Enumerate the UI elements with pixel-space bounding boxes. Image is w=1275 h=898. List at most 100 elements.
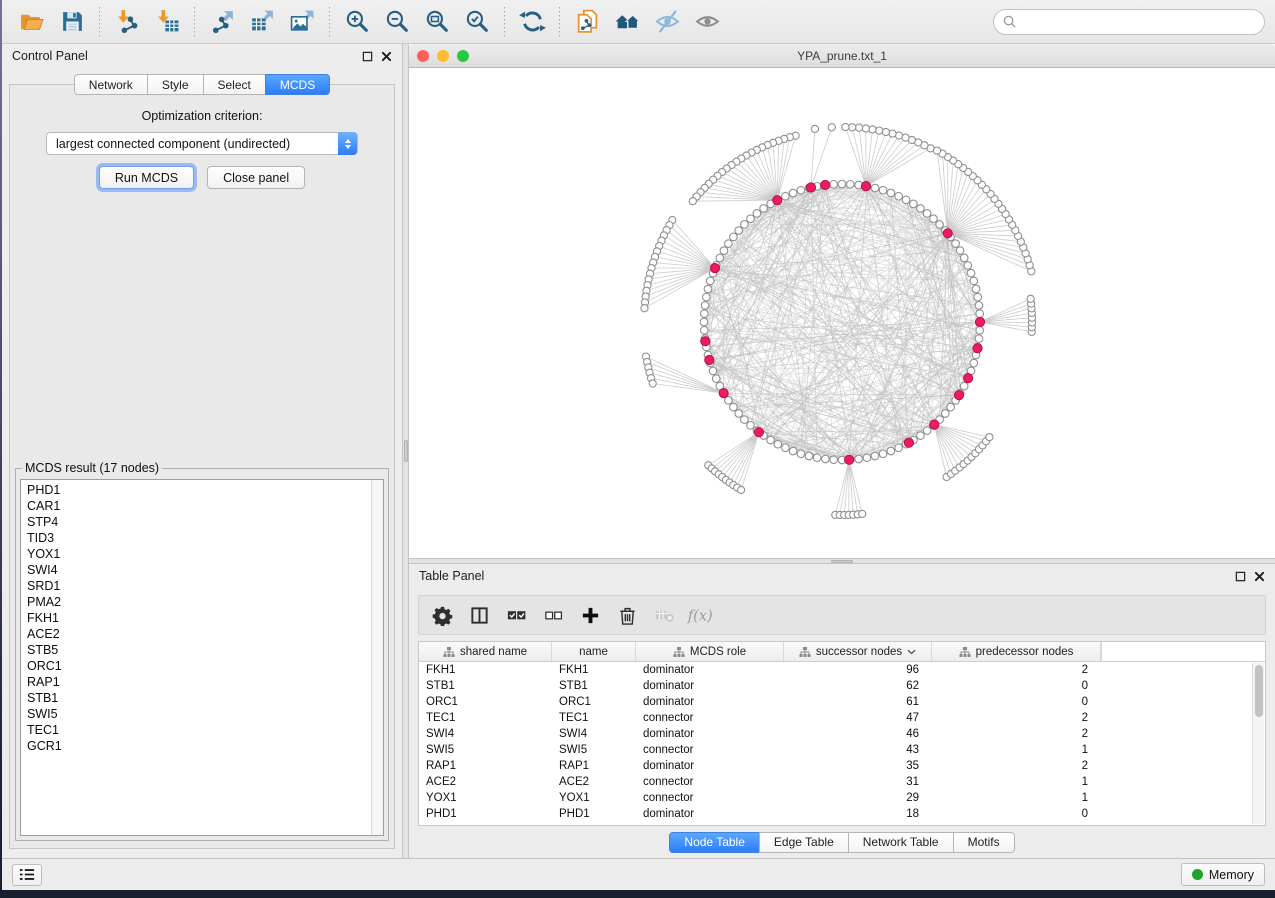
network-node[interactable] [917,432,925,440]
network-node[interactable] [871,452,879,460]
satellite-node[interactable] [641,305,648,312]
mcds-hub-node[interactable] [943,229,952,238]
network-node[interactable] [863,454,871,462]
network-node[interactable] [782,444,790,452]
network-node[interactable] [960,382,968,390]
tab-node-table[interactable]: Node Table [669,832,760,853]
horizontal-splitter[interactable] [409,558,1275,564]
mcds-result-item[interactable]: FKH1 [23,610,369,626]
table-row[interactable]: RAP1RAP1dominator352 [419,758,1265,774]
toggle-column-panel-button[interactable] [464,600,494,630]
tab-style[interactable]: Style [147,74,204,95]
network-node[interactable] [895,444,903,452]
mcds-hub-node[interactable] [701,337,710,346]
network-node[interactable] [976,327,984,335]
close-panel-icon[interactable] [1254,571,1265,582]
table-row[interactable]: SWI5SWI5connector431 [419,742,1265,758]
import-network-button[interactable] [107,5,147,39]
table-row[interactable]: STB1STB1dominator620 [419,678,1265,694]
mcds-result-item[interactable]: STP4 [23,514,369,530]
close-panel-icon[interactable] [381,51,392,62]
mcds-result-item[interactable]: PMA2 [23,594,369,610]
network-node[interactable] [720,247,728,255]
network-node[interactable] [703,293,711,301]
network-node[interactable] [964,262,972,270]
network-node[interactable] [704,285,712,293]
create-column-button[interactable] [575,600,605,630]
network-node[interactable] [716,254,724,262]
network-node[interactable] [741,416,749,424]
run-mcds-button[interactable]: Run MCDS [99,166,194,189]
network-node[interactable] [910,200,918,208]
network-node[interactable] [838,180,846,188]
mcds-result-item[interactable]: SRD1 [23,578,369,594]
scrollbar-thumb[interactable] [1255,665,1263,717]
zoom-fit-button[interactable] [417,5,457,39]
satellite-node[interactable] [933,147,940,154]
splitter-grip[interactable] [404,440,408,462]
network-node[interactable] [847,181,855,189]
network-node[interactable] [902,196,910,204]
zoom-out-button[interactable] [377,5,417,39]
network-node[interactable] [747,422,755,430]
deselect-all-columns-button[interactable] [538,600,568,630]
mcds-result-item[interactable]: STB5 [23,642,369,658]
network-node[interactable] [923,427,931,435]
satellite-node[interactable] [738,486,745,493]
network-node[interactable] [947,403,955,411]
network-node[interactable] [741,221,749,229]
hide-selected-button[interactable] [647,5,687,39]
satellite-node[interactable] [842,123,849,130]
satellite-node[interactable] [986,434,993,441]
column-header-mcds-role[interactable]: MCDS role [636,642,784,661]
network-node[interactable] [700,318,708,326]
mcds-hub-node[interactable] [930,420,939,429]
network-node[interactable] [887,189,895,197]
network-node[interactable] [725,240,733,248]
export-image-button[interactable] [282,5,322,39]
mcds-hub-node[interactable] [754,428,763,437]
mcds-result-list[interactable]: PHD1CAR1STP4TID3YOX1SWI4SRD1PMA2FKH1ACE2… [20,479,384,836]
network-node[interactable] [967,269,975,277]
satellite-node[interactable] [859,510,866,517]
network-node[interactable] [797,186,805,194]
mcds-result-item[interactable]: TID3 [23,530,369,546]
tab-network-table[interactable]: Network Table [848,832,954,853]
memory-button[interactable]: Memory [1181,863,1265,886]
network-node[interactable] [701,327,709,335]
network-node[interactable] [805,452,813,460]
float-panel-icon[interactable] [362,51,373,62]
network-node[interactable] [917,205,925,213]
mcds-hub-node[interactable] [705,355,714,364]
tab-mcds[interactable]: MCDS [265,74,330,95]
network-node[interactable] [895,192,903,200]
table-scrollbar[interactable] [1252,663,1264,824]
table-row[interactable]: PHD1PHD1dominator180 [419,806,1265,822]
network-node[interactable] [767,436,775,444]
network-node[interactable] [701,310,709,318]
mcds-hub-node[interactable] [973,344,982,353]
column-header-predecessor-nodes[interactable]: predecessor nodes [932,642,1101,661]
export-network-button[interactable] [202,5,242,39]
column-header-shared-name[interactable]: shared name [419,642,552,661]
tab-motifs[interactable]: Motifs [953,832,1015,853]
network-node[interactable] [830,456,838,464]
tab-select[interactable]: Select [203,74,266,95]
tab-edge-table[interactable]: Edge Table [759,832,849,853]
duplicate-network-button[interactable] [567,5,607,39]
network-node[interactable] [730,403,738,411]
network-node[interactable] [974,293,982,301]
mcds-hub-node[interactable] [845,455,854,464]
satellite-node[interactable] [828,124,835,131]
network-node[interactable] [871,184,879,192]
mcds-hub-node[interactable] [773,196,782,205]
network-node[interactable] [789,189,797,197]
table-row[interactable]: TEC1TEC1connector472 [419,710,1265,726]
mcds-result-item[interactable]: RAP1 [23,674,369,690]
satellite-node[interactable] [862,125,869,132]
network-node[interactable] [813,454,821,462]
delete-columns-button[interactable] [612,600,642,630]
satellite-node[interactable] [1027,295,1034,302]
splitter-grip[interactable] [831,560,853,563]
network-node[interactable] [709,367,717,375]
